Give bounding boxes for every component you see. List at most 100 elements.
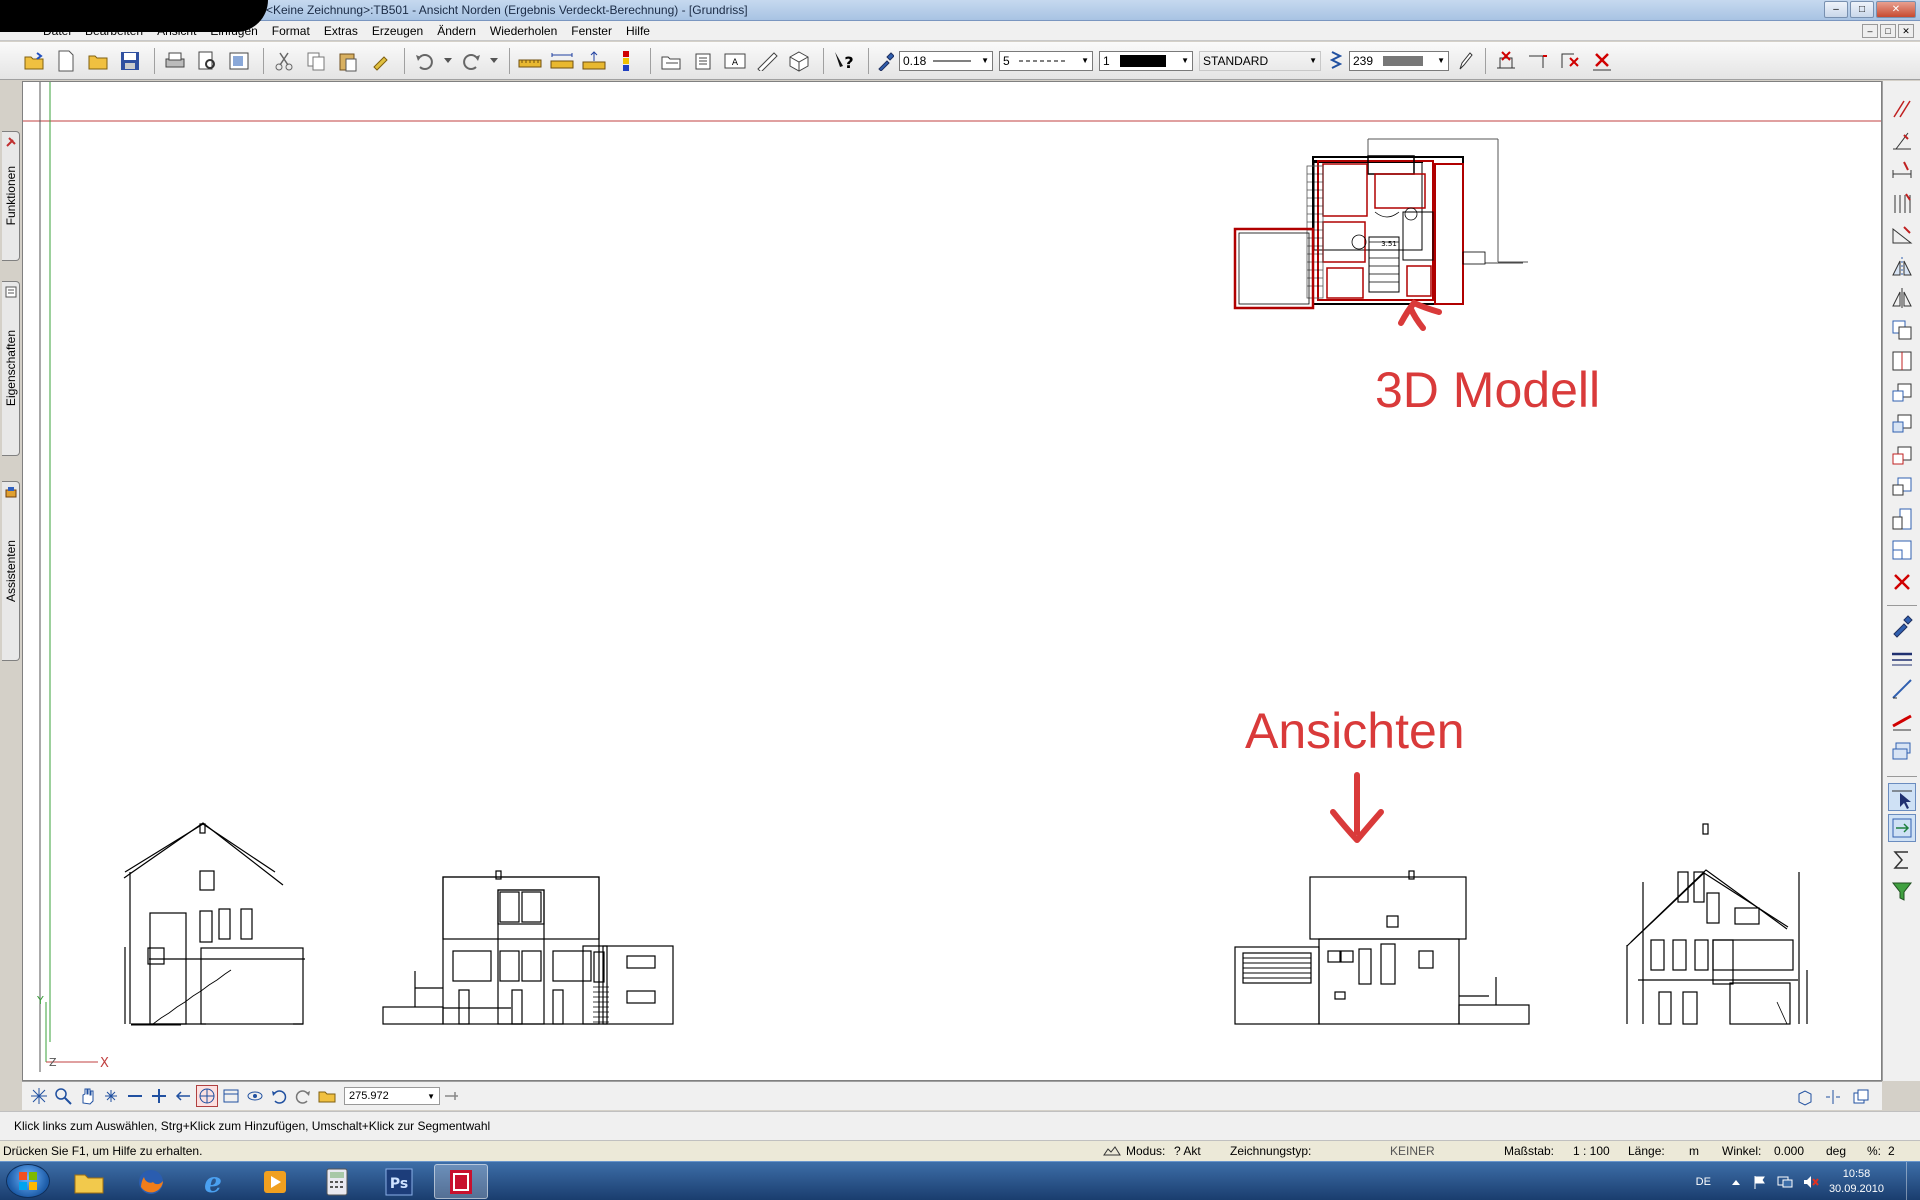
doc-close-button[interactable]: ✕: [1898, 24, 1914, 38]
doc-restore-button[interactable]: □: [1880, 24, 1896, 38]
maximize-button[interactable]: □: [1850, 1, 1874, 18]
pen-dimension-icon[interactable]: [1888, 158, 1916, 186]
elevation-east[interactable]: [1626, 823, 1808, 1025]
select-pointer-icon[interactable]: [1887, 782, 1916, 811]
format-painter-icon[interactable]: [366, 47, 394, 75]
print-icon[interactable]: [161, 47, 189, 75]
height-dimension-icon[interactable]: [580, 47, 608, 75]
zoom-value-field[interactable]: 275.972 ▼: [344, 1087, 440, 1105]
move-icon[interactable]: [1888, 379, 1916, 407]
minimize-button[interactable]: –: [1824, 1, 1848, 18]
mirror-icon[interactable]: [1888, 253, 1916, 281]
menu-wiederholen[interactable]: Wiederholen: [483, 24, 564, 38]
offset-icon[interactable]: [1888, 473, 1916, 501]
taskbar-firefox[interactable]: [124, 1164, 178, 1199]
redo-dropdown-icon[interactable]: [489, 47, 499, 75]
mirror-copy-icon[interactable]: [1888, 284, 1916, 312]
open-project-icon[interactable]: [20, 47, 48, 75]
select-mode-icon[interactable]: [1887, 814, 1916, 842]
clock[interactable]: 10:58 30.09.2010: [1829, 1167, 1884, 1197]
close-button[interactable]: ✕: [1876, 1, 1916, 18]
pipette-icon[interactable]: [875, 47, 895, 75]
multi-window-icon[interactable]: [1850, 1086, 1872, 1108]
previous-view-icon[interactable]: [172, 1085, 194, 1107]
pin-view-icon[interactable]: [440, 1085, 462, 1107]
dimension-line-icon[interactable]: [548, 47, 576, 75]
copy-element-icon[interactable]: [1888, 316, 1916, 344]
region-icon[interactable]: [1888, 536, 1916, 564]
menu-hilfe[interactable]: Hilfe: [619, 24, 657, 38]
zoom-out-icon[interactable]: [124, 1085, 146, 1107]
dimension-icon[interactable]: [516, 47, 544, 75]
taskbar-ie[interactable]: e: [186, 1164, 240, 1199]
tab-assistenten[interactable]: Assistenten: [2, 481, 20, 661]
menu-aendern[interactable]: Ändern: [430, 24, 483, 38]
split-icon[interactable]: [1888, 347, 1916, 375]
ruler-icon[interactable]: [753, 47, 781, 75]
pen-icon[interactable]: [1455, 47, 1475, 75]
rotate-copy-icon[interactable]: [1888, 410, 1916, 438]
delete-red-icon[interactable]: [1888, 568, 1916, 596]
delete-icon[interactable]: [1588, 47, 1616, 75]
redo-icon[interactable]: [457, 47, 485, 75]
filter-icon[interactable]: [1888, 877, 1916, 905]
delete-segment-icon[interactable]: [1556, 47, 1584, 75]
parallel-lines-icon[interactable]: [1888, 190, 1916, 218]
copy-icon[interactable]: [302, 47, 330, 75]
delete-element-icon[interactable]: [1492, 47, 1520, 75]
triangle-pen-icon[interactable]: [1888, 221, 1916, 249]
menu-erzeugen[interactable]: Erzeugen: [365, 24, 430, 38]
pen-angle-icon[interactable]: [1888, 127, 1916, 155]
window-view-icon[interactable]: [220, 1085, 242, 1107]
taskbar-allplan[interactable]: [434, 1164, 488, 1199]
trim-icon[interactable]: [1524, 47, 1552, 75]
undo-dropdown-icon[interactable]: [443, 47, 453, 75]
zoom-extents-icon[interactable]: [100, 1085, 122, 1107]
orbit-icon[interactable]: [244, 1085, 266, 1107]
3d-box-icon[interactable]: [785, 47, 813, 75]
menu-fenster[interactable]: Fenster: [564, 24, 619, 38]
language-indicator[interactable]: DE: [1696, 1176, 1711, 1188]
show-desktop-button[interactable]: [1906, 1162, 1920, 1200]
color-line-icon[interactable]: [1888, 707, 1916, 735]
menu-format[interactable]: Format: [265, 24, 317, 38]
line-type-dropdown[interactable]: 5 ▼: [999, 50, 1093, 71]
layout-icon[interactable]: [225, 47, 253, 75]
zoom-icon[interactable]: [52, 1085, 74, 1107]
line-draw-icon[interactable]: [1888, 675, 1916, 703]
text-box-icon[interactable]: A: [721, 47, 749, 75]
drawing-area[interactable]: 3.51 Y Z X: [23, 82, 1882, 1081]
pick-format-icon[interactable]: [1888, 612, 1916, 640]
library-icon[interactable]: [689, 47, 717, 75]
undo-view-icon[interactable]: [268, 1085, 290, 1107]
line-thickness-icon[interactable]: [1888, 644, 1916, 672]
start-button[interactable]: [6, 1164, 50, 1198]
pen-line-icon[interactable]: [1888, 95, 1916, 123]
angle-unit[interactable]: deg: [1826, 1144, 1846, 1158]
scale-icon[interactable]: [1888, 505, 1916, 533]
taskbar-calculator[interactable]: [310, 1164, 364, 1199]
volume-muted-icon[interactable]: [1803, 1175, 1819, 1189]
3d-view-icon[interactable]: [1794, 1086, 1816, 1108]
scale-value[interactable]: 1 : 100: [1573, 1144, 1610, 1158]
title-bar[interactable]: <Keine Zeichnung>:TB501 - Ansicht Norden…: [0, 0, 1920, 32]
save-icon[interactable]: [116, 47, 144, 75]
cut-icon[interactable]: [270, 47, 298, 75]
new-file-icon[interactable]: [52, 47, 80, 75]
zoom-in-icon[interactable]: [148, 1085, 170, 1107]
doc-minimize-button[interactable]: –: [1862, 24, 1878, 38]
floor-plan[interactable]: 3.51: [1233, 138, 1528, 310]
split-view-icon[interactable]: [1822, 1086, 1844, 1108]
globe-view-icon[interactable]: [196, 1085, 218, 1107]
tray-expand-icon[interactable]: [1731, 1178, 1741, 1186]
open-file-icon[interactable]: [84, 47, 112, 75]
layer-settings-icon[interactable]: [1327, 47, 1345, 75]
pan-icon[interactable]: [76, 1085, 98, 1107]
context-help-icon[interactable]: ?: [830, 47, 858, 75]
taskbar-photoshop[interactable]: Ps: [372, 1164, 426, 1199]
print-preview-icon[interactable]: [193, 47, 221, 75]
action-center-flag-icon[interactable]: [1753, 1175, 1767, 1189]
stretch-icon[interactable]: [1888, 442, 1916, 470]
elevation-south[interactable]: [382, 870, 674, 1025]
length-unit[interactable]: m: [1689, 1144, 1699, 1158]
